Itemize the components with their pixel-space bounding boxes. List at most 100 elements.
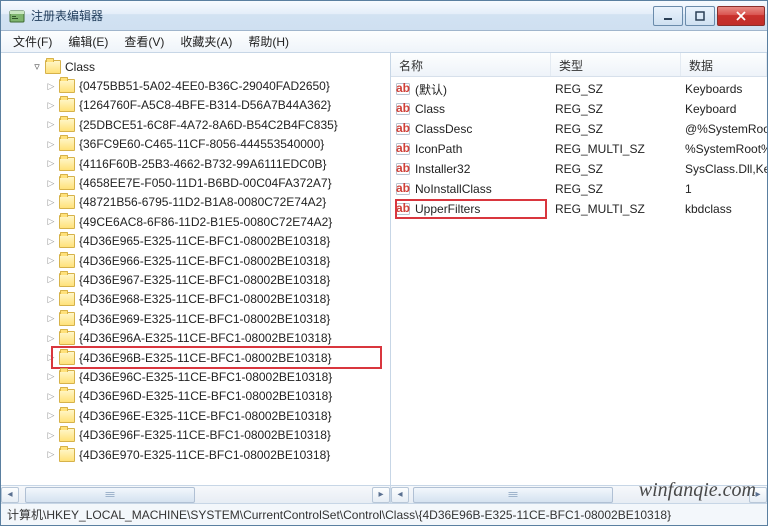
tree-key[interactable]: {25DBCE51-6C8F-4A72-8A6D-B54C2B4FC835} (1, 115, 390, 134)
expander-icon[interactable] (45, 177, 57, 189)
tree-label: {36FC9E60-C465-11CF-8056-444553540000} (79, 137, 324, 151)
expander-icon[interactable] (45, 158, 57, 170)
expander-icon[interactable] (45, 216, 57, 228)
expander-icon[interactable] (45, 274, 57, 286)
folder-icon (59, 195, 75, 209)
expander-icon[interactable] (45, 371, 57, 383)
tree-key[interactable]: {4D36E967-E325-11CE-BFC1-08002BE10318} (1, 270, 390, 289)
value-name: Installer32 (415, 162, 555, 176)
expander-icon[interactable] (45, 99, 57, 111)
tree-key[interactable]: {4D36E966-E325-11CE-BFC1-08002BE10318} (1, 251, 390, 270)
expander-icon[interactable] (45, 429, 57, 441)
status-bar: 计算机\HKEY_LOCAL_MACHINE\SYSTEM\CurrentCon… (1, 503, 767, 525)
expander-icon[interactable] (45, 255, 57, 267)
tree-key[interactable]: {4D36E96A-E325-11CE-BFC1-08002BE10318} (1, 328, 390, 347)
col-name[interactable]: 名称 (391, 53, 551, 76)
value-list[interactable]: ab(默认)REG_SZKeyboardsabClassREG_SZKeyboa… (391, 77, 767, 485)
value-row[interactable]: abClassDescREG_SZ@%SystemRoot (391, 119, 767, 139)
tree-label: {4D36E96E-E325-11CE-BFC1-08002BE10318} (79, 409, 332, 423)
tree-key[interactable]: {0475BB51-5A02-4EE0-B36C-29040FAD2650} (1, 76, 390, 95)
scroll-track[interactable] (21, 487, 370, 503)
list-hscrollbar[interactable]: ◂ ▸ (391, 485, 767, 503)
expander-icon[interactable] (45, 80, 57, 92)
value-row[interactable]: abClassREG_SZKeyboard (391, 99, 767, 119)
scroll-right-button[interactable]: ▸ (749, 487, 767, 503)
folder-icon (59, 312, 75, 326)
menu-file[interactable]: 文件(F) (5, 31, 60, 52)
value-row[interactable]: abUpperFiltersREG_MULTI_SZkbdclass (391, 199, 767, 219)
expander-icon[interactable] (45, 119, 57, 131)
tree-label: {4D36E966-E325-11CE-BFC1-08002BE10318} (79, 254, 330, 268)
titlebar[interactable]: 注册表编辑器 (1, 1, 767, 31)
regedit-window: 注册表编辑器 文件(F) 编辑(E) 查看(V) 收藏夹(A) 帮助(H) Cl… (0, 0, 768, 526)
key-tree[interactable]: Class{0475BB51-5A02-4EE0-B36C-29040FAD26… (1, 53, 390, 485)
menu-favorites[interactable]: 收藏夹(A) (172, 31, 240, 52)
value-type: REG_SZ (555, 122, 685, 136)
value-name: ClassDesc (415, 122, 555, 136)
tree-hscrollbar[interactable]: ◂ ▸ (1, 485, 390, 503)
expander-icon[interactable] (45, 390, 57, 402)
scroll-track[interactable] (411, 487, 747, 503)
scroll-thumb[interactable] (25, 487, 195, 503)
expander-icon[interactable] (45, 196, 57, 208)
tree-key[interactable]: {1264760F-A5C8-4BFE-B314-D56A7B44A362} (1, 96, 390, 115)
tree-label: {25DBCE51-6C8F-4A72-8A6D-B54C2B4FC835} (79, 118, 338, 132)
menu-view[interactable]: 查看(V) (116, 31, 172, 52)
value-data: SysClass.Dll,Ke (685, 162, 767, 176)
tree-key[interactable]: {4D36E96D-E325-11CE-BFC1-08002BE10318} (1, 387, 390, 406)
tree-key[interactable]: {4D36E96E-E325-11CE-BFC1-08002BE10318} (1, 406, 390, 425)
expander-icon[interactable] (45, 410, 57, 422)
tree-label: {4D36E96A-E325-11CE-BFC1-08002BE10318} (79, 331, 332, 345)
expander-icon[interactable] (45, 332, 57, 344)
expander-icon[interactable] (45, 138, 57, 150)
svg-text:ab: ab (396, 81, 410, 95)
tree-root[interactable]: Class (1, 57, 390, 76)
value-row[interactable]: abIconPathREG_MULTI_SZ%SystemRoot% (391, 139, 767, 159)
expander-icon[interactable] (45, 235, 57, 247)
expander-icon[interactable] (45, 352, 57, 364)
value-row[interactable]: ab(默认)REG_SZKeyboards (391, 79, 767, 99)
string-value-icon: ab (395, 181, 411, 197)
scroll-thumb[interactable] (413, 487, 613, 503)
folder-icon (45, 60, 61, 74)
tree-key[interactable]: {36FC9E60-C465-11CF-8056-444553540000} (1, 135, 390, 154)
folder-icon (59, 215, 75, 229)
tree-key[interactable]: {4D36E970-E325-11CE-BFC1-08002BE10318} (1, 445, 390, 464)
value-name: NoInstallClass (415, 182, 555, 196)
value-data: Keyboards (685, 82, 767, 96)
close-button[interactable] (717, 6, 765, 26)
scroll-left-button[interactable]: ◂ (1, 487, 19, 503)
expander-icon[interactable] (45, 449, 57, 461)
expander-icon[interactable] (31, 61, 43, 73)
folder-icon (59, 176, 75, 190)
tree-key[interactable]: {49CE6AC8-6F86-11D2-B1E5-0080C72E74A2} (1, 212, 390, 231)
menu-help[interactable]: 帮助(H) (240, 31, 297, 52)
tree-label: {4D36E965-E325-11CE-BFC1-08002BE10318} (79, 234, 330, 248)
col-type[interactable]: 类型 (551, 53, 681, 76)
value-data: 1 (685, 182, 767, 196)
scroll-left-button[interactable]: ◂ (391, 487, 409, 503)
scroll-right-button[interactable]: ▸ (372, 487, 390, 503)
tree-key[interactable]: {4116F60B-25B3-4662-B732-99A6111EDC0B} (1, 154, 390, 173)
value-row[interactable]: abNoInstallClassREG_SZ1 (391, 179, 767, 199)
menu-edit[interactable]: 编辑(E) (60, 31, 116, 52)
value-data: Keyboard (685, 102, 767, 116)
minimize-button[interactable] (653, 6, 683, 26)
tree-key[interactable]: {4D36E96B-E325-11CE-BFC1-08002BE10318} (1, 348, 390, 367)
tree-key[interactable]: {4D36E96C-E325-11CE-BFC1-08002BE10318} (1, 367, 390, 386)
folder-icon (59, 370, 75, 384)
value-row[interactable]: abInstaller32REG_SZSysClass.Dll,Ke (391, 159, 767, 179)
folder-icon (59, 448, 75, 462)
folder-icon (59, 137, 75, 151)
maximize-button[interactable] (685, 6, 715, 26)
expander-icon[interactable] (45, 313, 57, 325)
col-data[interactable]: 数据 (681, 53, 767, 76)
tree-key[interactable]: {4658EE7E-F050-11D1-B6BD-00C04FA372A7} (1, 173, 390, 192)
tree-key[interactable]: {4D36E96F-E325-11CE-BFC1-08002BE10318} (1, 425, 390, 444)
tree-key[interactable]: {4D36E969-E325-11CE-BFC1-08002BE10318} (1, 309, 390, 328)
expander-icon[interactable] (45, 293, 57, 305)
tree-key[interactable]: {4D36E965-E325-11CE-BFC1-08002BE10318} (1, 232, 390, 251)
status-prefix: 计算机 (7, 506, 43, 523)
tree-key[interactable]: {4D36E968-E325-11CE-BFC1-08002BE10318} (1, 290, 390, 309)
tree-key[interactable]: {48721B56-6795-11D2-B1A8-0080C72E74A2} (1, 193, 390, 212)
